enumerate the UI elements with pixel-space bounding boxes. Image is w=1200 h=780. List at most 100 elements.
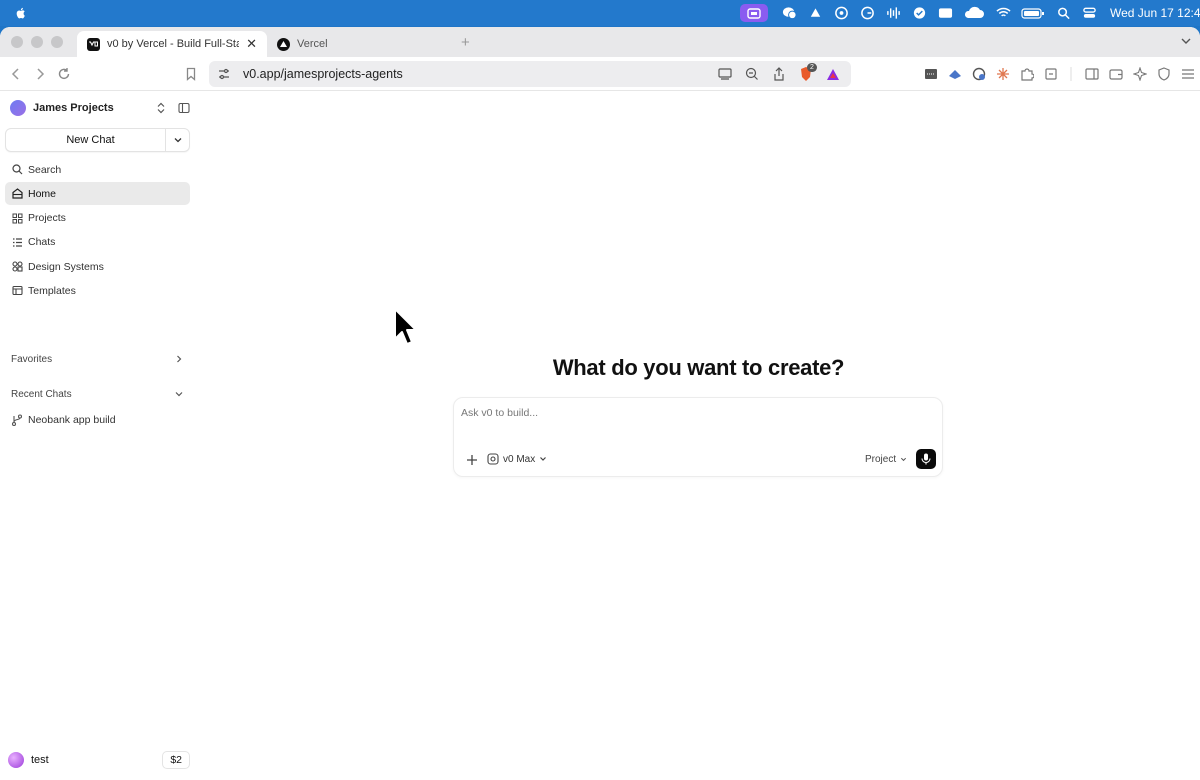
minimize-window-button[interactable] [31,36,43,48]
prompt-input[interactable] [461,407,931,419]
checkmark-circle-icon[interactable] [911,6,927,20]
menubar-clock[interactable]: Wed Jun 17 12:40 [1110,6,1200,20]
sidebar-item-label: Projects [28,212,66,225]
sidebar-item-projects[interactable]: Projects [5,207,190,230]
tab-vercel[interactable]: Vercel [267,31,457,57]
close-window-button[interactable] [11,36,23,48]
model-icon [487,453,499,465]
menubar-status-items: Wed Jun 17 12:40 [740,0,1200,26]
audio-waveform-icon[interactable] [885,6,901,20]
wechat-icon[interactable] [781,6,797,20]
grammarly-icon[interactable] [859,6,875,20]
recent-chats-section-header[interactable]: Recent Chats [11,386,183,402]
credit-balance-badge[interactable]: $2 [162,751,190,769]
extension-3-icon[interactable] [970,65,987,82]
window-controls [11,36,63,48]
vercel-favicon-icon [277,37,290,51]
project-label: Project [865,454,897,465]
wifi-icon[interactable] [995,6,1011,20]
new-chat-button[interactable]: New Chat [5,128,190,152]
spotlight-search-icon[interactable] [1055,6,1071,20]
sidebar-item-design-systems[interactable]: Design Systems [5,255,190,278]
chevron-down-icon [901,457,907,462]
address-bar[interactable]: v0.app/jamesprojects-agents 2 [209,61,851,87]
avatar [8,752,24,768]
sidebar-item-home[interactable]: Home [5,182,190,206]
git-branch-icon [11,414,23,426]
project-selector[interactable]: Project [865,454,907,465]
leo-ai-icon[interactable] [1131,65,1148,82]
extension-5-icon[interactable] [1042,65,1059,82]
browser-toolbar: v0.app/jamesprojects-agents 2 [0,57,1200,91]
site-settings-icon[interactable] [217,67,231,81]
microphone-icon [921,453,931,465]
brave-shields-icon[interactable]: 2 [798,63,817,82]
battery-icon[interactable] [1021,6,1045,20]
share-icon[interactable] [771,66,787,82]
tab-title: Vercel [297,38,328,50]
sidebar-item-chats[interactable]: Chats [5,231,190,254]
tab-title: v0 by Vercel - Build Full-Stack [107,38,240,50]
user-account[interactable]: test $2 [8,750,190,770]
back-button[interactable] [4,62,28,86]
voice-input-button[interactable] [916,449,936,469]
extension-1-icon[interactable] [922,65,939,82]
screen-share-icon[interactable] [740,4,768,22]
address-bar-actions: 2 [717,63,841,82]
bookmark-icon[interactable] [179,62,203,86]
favorites-label: Favorites [11,353,53,365]
new-chat-label: New Chat [66,134,115,146]
vpn-shield-icon[interactable] [1155,65,1172,82]
sidebar-panel-icon[interactable] [1083,65,1100,82]
forward-button[interactable] [28,62,52,86]
team-switcher[interactable]: James Projects [10,99,190,117]
browser-menu-icon[interactable] [1179,65,1196,82]
recent-chat-item[interactable]: Neobank app build [11,412,116,428]
add-attachment-icon[interactable] [465,453,479,467]
template-icon [11,285,23,297]
extension-4-icon[interactable] [994,65,1011,82]
tab-v0[interactable]: v0 by Vercel - Build Full-Stack ✕ [77,31,267,57]
sidebar-item-search[interactable]: Search [5,158,190,181]
zoom-window-button[interactable] [51,36,63,48]
tab-list-chevron-icon[interactable] [1180,35,1192,47]
v0-favicon-icon [87,37,100,51]
home-icon [11,188,23,200]
brave-rewards-icon[interactable] [825,66,841,82]
display-icon[interactable] [937,6,953,20]
sidebar-item-label: Design Systems [28,260,104,273]
sidebar-toggle-icon[interactable] [178,102,190,114]
recent-chats-label: Recent Chats [11,388,72,400]
search-icon [11,164,23,176]
sidebar-item-templates[interactable]: Templates [5,279,190,302]
reload-button[interactable] [52,62,76,86]
sidebar-nav: Search Home Projects Chats Design System… [5,158,190,304]
wallet-icon[interactable] [1107,65,1124,82]
cast-icon[interactable] [717,66,733,82]
tab-bar: v0 by Vercel - Build Full-Stack ✕ Vercel… [0,27,1200,57]
toolbar-divider [1066,65,1076,82]
extension-2-icon[interactable] [946,65,963,82]
model-selector[interactable]: v0 Max [487,453,547,465]
apple-icon[interactable] [14,6,28,20]
dropzone-icon[interactable] [807,6,823,20]
browser-window: v0 by Vercel - Build Full-Stack ✕ Vercel… [0,27,1200,780]
extension-icons [922,65,1196,82]
cloud-icon[interactable] [963,6,985,20]
extensions-puzzle-icon[interactable] [1018,65,1035,82]
control-center-icon[interactable] [1081,6,1097,20]
macos-menubar: Wed Jun 17 12:40 [0,0,1200,26]
page-title: What do you want to create? [552,355,845,380]
zoom-out-icon[interactable] [744,66,760,82]
url-text[interactable]: v0.app/jamesprojects-agents [243,67,717,81]
favorites-section-header[interactable]: Favorites [11,351,183,367]
chevron-down-icon[interactable] [165,129,189,151]
grid-icon [11,212,23,224]
tab-close-icon[interactable]: ✕ [246,36,257,52]
brave-badge: 2 [807,63,817,72]
sidebar: James Projects New Chat Search Home Proj… [0,91,197,780]
chatgpt-icon[interactable] [833,6,849,20]
chevron-down-icon [175,392,183,397]
model-name: v0 Max [503,453,536,465]
new-tab-button[interactable]: + [461,34,470,51]
